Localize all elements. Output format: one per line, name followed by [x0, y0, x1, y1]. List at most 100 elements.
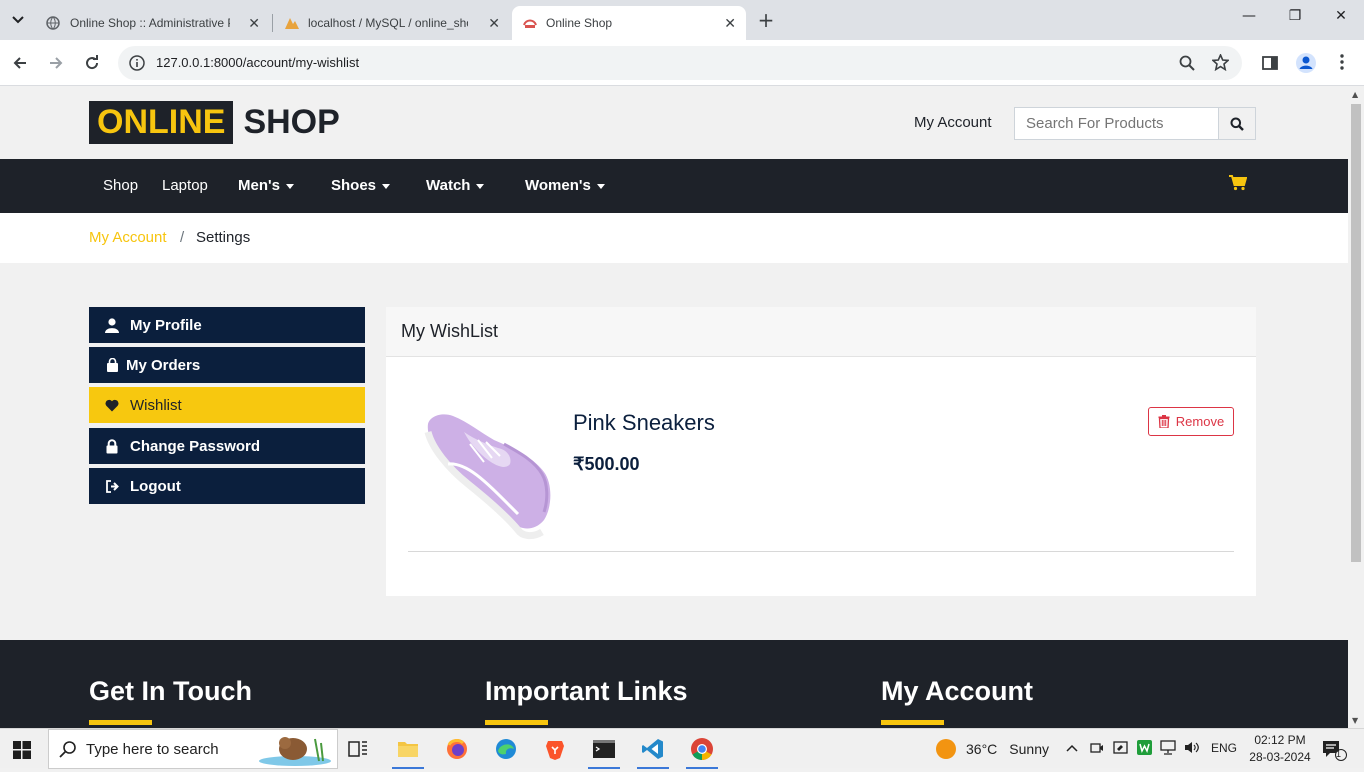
breadcrumb-current: Settings: [196, 229, 251, 246]
breadcrumb-my-account[interactable]: My Account: [89, 229, 167, 246]
weather-widget[interactable]: 36°C Sunny: [936, 739, 1049, 759]
main-nav: Shop Laptop Men's Shoes Watch Women's: [0, 159, 1348, 213]
search-input[interactable]: [1026, 115, 1216, 132]
product-image-pink-sneakers[interactable]: [408, 404, 558, 544]
logout-icon: [103, 479, 121, 493]
nav-shoes[interactable]: Shoes: [331, 177, 391, 194]
notification-center-icon[interactable]: [1322, 739, 1348, 766]
nav-laptop[interactable]: Laptop: [162, 177, 208, 194]
network-icon[interactable]: [1160, 740, 1176, 758]
weather-condition: Sunny: [1009, 741, 1049, 757]
scroll-up-icon[interactable]: ▲: [1352, 90, 1358, 99]
tab-title: Online Shop: [546, 16, 613, 30]
omnibox[interactable]: 127.0.0.1:8000/account/my-wishlist: [118, 46, 1242, 80]
cart-icon[interactable]: [1229, 175, 1248, 196]
url-text[interactable]: 127.0.0.1:8000/account/my-wishlist: [156, 55, 359, 70]
weather-temp: 36°C: [966, 741, 998, 757]
minimize-button[interactable]: —: [1234, 8, 1264, 24]
sidebar-item-change-password[interactable]: Change Password: [89, 428, 365, 464]
vscode-icon[interactable]: [637, 737, 669, 769]
nav-shoes-label: Shoes: [331, 177, 377, 194]
system-clock[interactable]: 02:12 PM 28-03-2024: [1240, 732, 1320, 766]
tab-title: localhost / MySQL / online_shop: [308, 16, 468, 30]
nav-mens[interactable]: Men's: [238, 177, 294, 194]
scrollbar-thumb[interactable]: [1351, 104, 1361, 562]
language-indicator[interactable]: ENG: [1211, 741, 1237, 755]
tray-expand-icon[interactable]: [1066, 741, 1078, 755]
taskbar-search-placeholder: Type here to search: [86, 741, 219, 758]
nav-womens[interactable]: Women's: [525, 177, 605, 194]
tab-close-icon[interactable]: ✕: [724, 15, 736, 32]
new-tab-button[interactable]: +: [754, 8, 778, 32]
windows-start-icon[interactable]: [13, 741, 31, 764]
remove-button[interactable]: Remove: [1148, 407, 1234, 436]
scroll-down-icon[interactable]: ▼: [1352, 716, 1358, 725]
sidebar-item-my-profile[interactable]: My Profile: [89, 307, 365, 343]
remove-label: Remove: [1175, 414, 1225, 429]
logo-online: ONLINE: [89, 101, 234, 144]
tab-search-button[interactable]: [6, 8, 30, 32]
tab-online-shop[interactable]: Online Shop ✕: [512, 6, 746, 40]
info-icon[interactable]: [129, 55, 145, 75]
globe-icon: [46, 16, 60, 30]
caret-down-icon: [596, 183, 605, 189]
caret-down-icon: [476, 183, 485, 189]
caret-down-icon: [285, 183, 294, 189]
tab-close-icon[interactable]: ✕: [488, 15, 500, 32]
app-tray-green-icon[interactable]: [1137, 740, 1152, 758]
my-account-link[interactable]: My Account: [914, 114, 992, 131]
meet-now-icon[interactable]: [1090, 741, 1104, 758]
terminal-icon[interactable]: [588, 737, 620, 769]
maximize-button[interactable]: ❐: [1280, 8, 1310, 24]
arrow-left-icon: [13, 57, 26, 69]
page-scrollbar[interactable]: ▲ ▼: [1348, 86, 1364, 728]
search-button[interactable]: [1218, 108, 1255, 139]
shop-favicon-icon: [522, 16, 537, 30]
phpmyadmin-icon: [284, 16, 299, 30]
firefox-icon[interactable]: [445, 737, 469, 761]
site-logo[interactable]: ONLINE SHOP: [89, 101, 350, 144]
divider: [408, 551, 1234, 552]
task-view-icon[interactable]: [346, 737, 370, 761]
product-price: ₹500.00: [573, 454, 640, 474]
edge-icon[interactable]: [494, 737, 518, 761]
heart-icon: [103, 399, 121, 412]
chrome-icon[interactable]: [686, 737, 718, 769]
breadcrumb-separator: /: [180, 229, 185, 246]
site-header: ONLINE SHOP My Account: [0, 86, 1348, 159]
profile-avatar-icon[interactable]: [1295, 52, 1317, 78]
clock-date: 28-03-2024: [1249, 750, 1311, 764]
product-name[interactable]: Pink Sneakers: [573, 410, 715, 436]
browser-menu-icon[interactable]: [1334, 53, 1350, 75]
chevron-down-icon: [12, 16, 24, 24]
site-footer: Get In Touch Important Links My Account: [0, 640, 1348, 728]
back-button[interactable]: [9, 52, 31, 74]
sidebar-item-my-orders[interactable]: My Orders: [89, 347, 365, 383]
file-explorer-icon[interactable]: [392, 737, 424, 769]
tab-close-icon[interactable]: ✕: [248, 15, 260, 32]
tab-admin[interactable]: Online Shop :: Administrative Pa ✕: [36, 6, 270, 40]
brave-icon[interactable]: [543, 737, 567, 761]
reload-button[interactable]: [81, 52, 103, 74]
close-window-button[interactable]: ✕: [1326, 8, 1356, 24]
volume-icon[interactable]: [1184, 740, 1200, 758]
sidebar-item-logout[interactable]: Logout: [89, 468, 365, 504]
taskbar-search[interactable]: Type here to search: [48, 729, 338, 769]
bookmark-star-icon[interactable]: [1211, 53, 1230, 75]
nav-watch[interactable]: Watch: [426, 177, 485, 194]
search-icon: [1230, 117, 1244, 131]
footer-underline: [881, 720, 944, 725]
forward-button[interactable]: [45, 52, 67, 74]
tab-phpmyadmin[interactable]: localhost / MySQL / online_shop ✕: [274, 6, 510, 40]
pen-workspace-icon[interactable]: [1113, 740, 1128, 758]
nav-mens-label: Men's: [238, 177, 280, 194]
zoom-icon[interactable]: [1179, 55, 1195, 75]
notification-count: 1: [1336, 749, 1342, 759]
sidebar-item-wishlist[interactable]: Wishlist: [89, 387, 365, 423]
sidebar-item-label: My Orders: [126, 356, 201, 374]
tab-title: Online Shop :: Administrative Pa: [70, 16, 230, 30]
sun-icon: [936, 739, 956, 759]
sidebar-item-label: Logout: [130, 477, 181, 495]
side-panel-icon[interactable]: [1262, 55, 1278, 75]
nav-shop[interactable]: Shop: [103, 177, 138, 194]
